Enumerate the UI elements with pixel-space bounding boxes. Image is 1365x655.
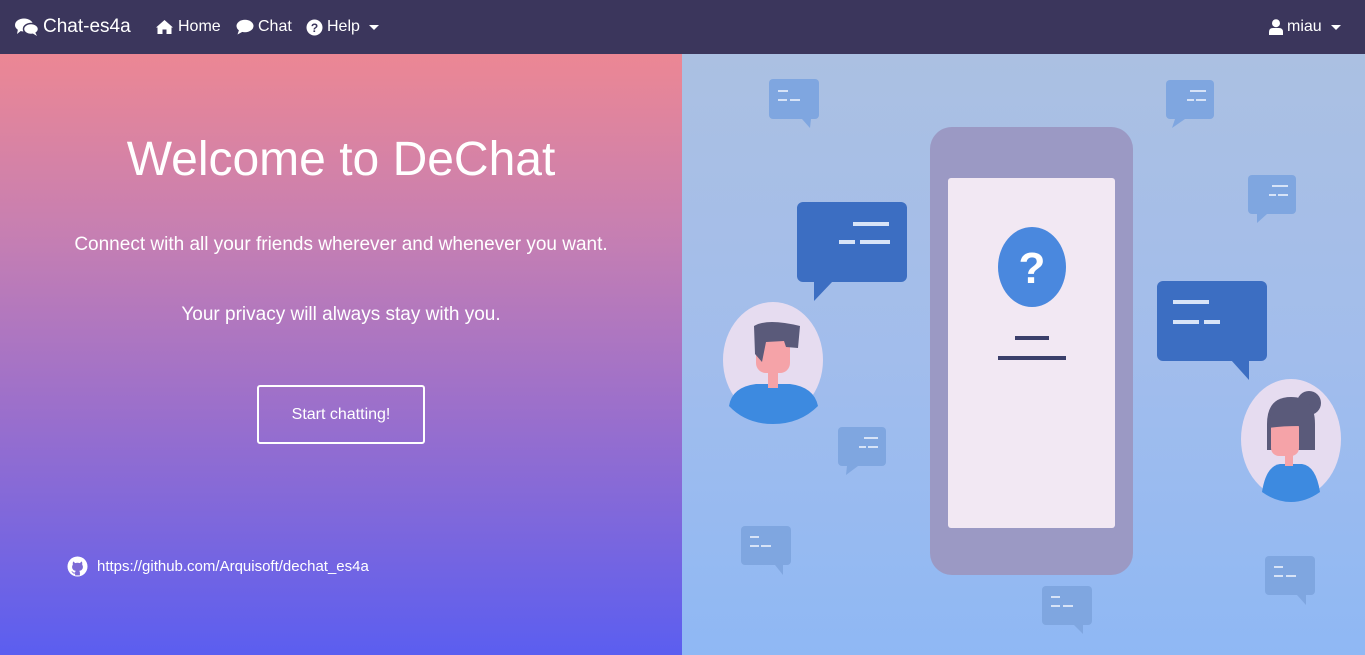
female-avatar: [1241, 379, 1341, 502]
small-bubble-icon: [769, 79, 819, 128]
small-bubble-icon: [838, 427, 886, 475]
svg-text:?: ?: [311, 21, 318, 35]
user-icon: [1269, 19, 1283, 35]
chat-bubbles-icon: [15, 18, 39, 36]
nav-chat-label: Chat: [258, 18, 292, 35]
small-bubble-icon: [741, 526, 791, 575]
phone-illustration: ?: [930, 127, 1133, 575]
nav-help-dropdown[interactable]: ? Help: [306, 18, 379, 36]
message-bubble-icon: [797, 202, 907, 301]
chat-illustration: ?: [723, 79, 1341, 634]
nav-help-label: Help: [327, 18, 360, 35]
github-link[interactable]: https://github.com/Arquisoft/dechat_es4a: [67, 556, 369, 577]
home-icon: [156, 20, 173, 34]
user-menu-dropdown[interactable]: miau: [1269, 18, 1341, 36]
start-chatting-button[interactable]: Start chatting!: [257, 385, 425, 444]
brand-label: Chat-es4a: [43, 16, 131, 37]
nav-home[interactable]: Home: [155, 18, 221, 36]
user-name: miau: [1287, 18, 1322, 35]
page-title: Welcome to DeChat: [126, 133, 556, 186]
privacy-statement: Your privacy will always stay with you.: [181, 304, 501, 325]
chevron-down-icon: [1330, 24, 1341, 30]
male-avatar: [723, 302, 823, 424]
question-icon: ?: [1019, 244, 1046, 293]
message-bubble-icon: [1157, 281, 1267, 380]
small-bubble-icon: [1166, 80, 1214, 128]
small-bubble-icon: [1042, 586, 1092, 634]
illustration-panel: ?: [682, 54, 1365, 655]
top-navbar: Chat-es4a Home Chat ? Help miau: [0, 0, 1365, 54]
hero-panel: Welcome to DeChat Connect with all your …: [0, 54, 682, 655]
chevron-down-icon: [368, 24, 379, 30]
nav-chat[interactable]: Chat: [236, 18, 292, 36]
brand-link[interactable]: Chat-es4a: [15, 16, 131, 38]
small-bubble-icon: [1248, 175, 1296, 223]
nav-home-label: Home: [178, 18, 221, 35]
github-link-text: https://github.com/Arquisoft/dechat_es4a: [97, 558, 369, 575]
github-icon: [67, 556, 88, 577]
comment-icon: [236, 19, 254, 35]
small-bubble-icon: [1265, 556, 1315, 605]
question-circle-icon: ?: [306, 19, 323, 35]
hero-tagline: Connect with all your friends wherever a…: [74, 234, 608, 255]
